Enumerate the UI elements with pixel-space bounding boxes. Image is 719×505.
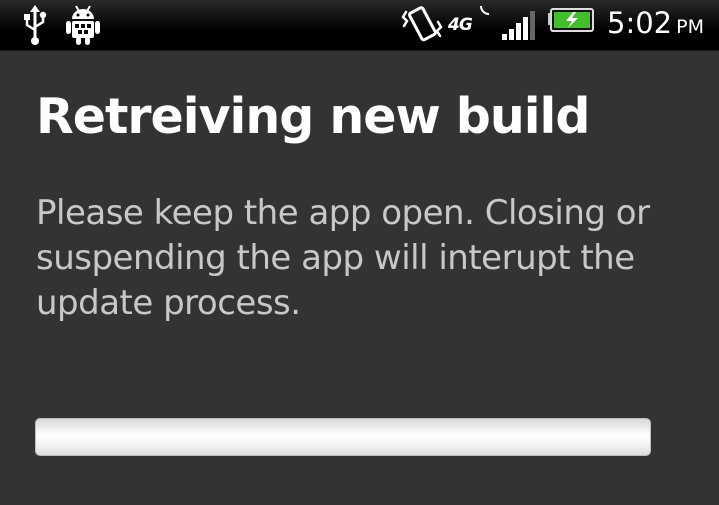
update-message: Please keep the app open. Closing or sus… [36,193,650,323]
vibrate-icon [401,6,443,42]
clock-time: 5:02 [607,6,673,40]
android-debug-icon [66,5,100,45]
signal-icon [502,11,535,40]
update-progress-bar [35,418,651,456]
data-activity-icon [480,5,490,15]
status-bar: 4G 5:02 PM [0,0,719,51]
status-clock: 5:02 PM [607,6,704,40]
network-type-label: 4G [448,15,473,35]
clock-ampm: PM [676,16,704,38]
battery-charging-icon [548,8,594,32]
page-title: Retreiving new build [36,88,590,145]
usb-icon [24,5,47,45]
